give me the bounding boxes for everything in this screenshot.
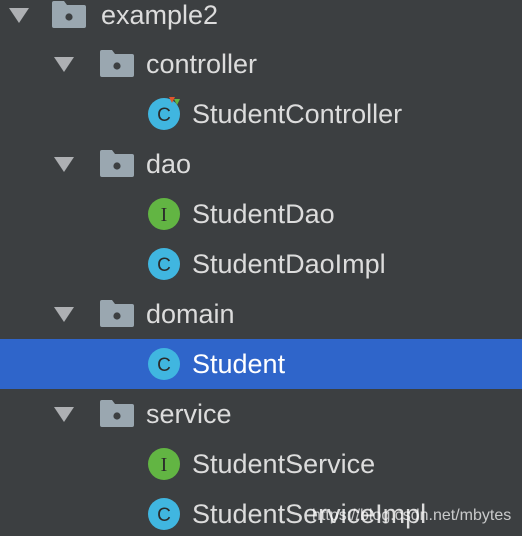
tree-item-label: domain (146, 299, 235, 329)
svg-text:C: C (157, 105, 171, 126)
tree-item-label: controller (146, 49, 258, 79)
tree-item-example2[interactable]: example2 (0, 0, 522, 40)
tree-item-studentdaoimpl[interactable]: C StudentDaoImpl (0, 239, 522, 289)
spring-class-icon: C (148, 97, 180, 130)
package-folder-icon (100, 150, 134, 177)
expand-arrow-icon[interactable] (52, 152, 76, 176)
tree-item-studentdao[interactable]: I StudentDao (0, 189, 522, 239)
tree-item-studentcontroller[interactable]: C StudentController (0, 89, 522, 139)
tree-item-label: StudentDao (192, 199, 335, 229)
tree-item-label: Student (192, 349, 286, 379)
package-folder-icon (100, 400, 134, 427)
tree-item-controller[interactable]: controller (0, 39, 522, 89)
class-icon: C (148, 248, 180, 280)
tree-item-label: StudentController (192, 99, 403, 129)
expand-arrow-icon[interactable] (7, 3, 31, 27)
tree-item-domain[interactable]: domain (0, 289, 522, 339)
project-tree: example2 controller C StudentController (0, 0, 522, 536)
svg-text:I: I (161, 204, 168, 226)
tree-item-student[interactable]: C Student (0, 339, 522, 389)
svg-text:I: I (161, 454, 168, 476)
tree-item-label: StudentService (192, 449, 376, 479)
expand-arrow-icon[interactable] (52, 52, 76, 76)
package-folder-icon (100, 300, 134, 327)
tree-item-label: example2 (101, 0, 219, 30)
svg-text:C: C (157, 255, 171, 276)
svg-text:C: C (157, 355, 171, 376)
watermark: https://blog.csdn.net/mbytes (312, 507, 512, 524)
tree-item-label: StudentDaoImpl (192, 249, 386, 279)
interface-icon: I (148, 448, 180, 480)
package-folder-icon (52, 1, 86, 28)
class-icon: C (148, 348, 180, 380)
tree-item-service[interactable]: service (0, 389, 522, 439)
tree-item-label: dao (146, 149, 192, 179)
expand-arrow-icon[interactable] (52, 402, 76, 426)
package-folder-icon (100, 50, 134, 77)
expand-arrow-icon[interactable] (52, 302, 76, 326)
tree-item-studentservice[interactable]: I StudentService (0, 439, 522, 489)
tree-item-label: service (146, 399, 232, 429)
tree-item-dao[interactable]: dao (0, 139, 522, 189)
svg-text:C: C (157, 505, 171, 526)
class-icon: C (148, 498, 180, 530)
interface-icon: I (148, 198, 180, 230)
